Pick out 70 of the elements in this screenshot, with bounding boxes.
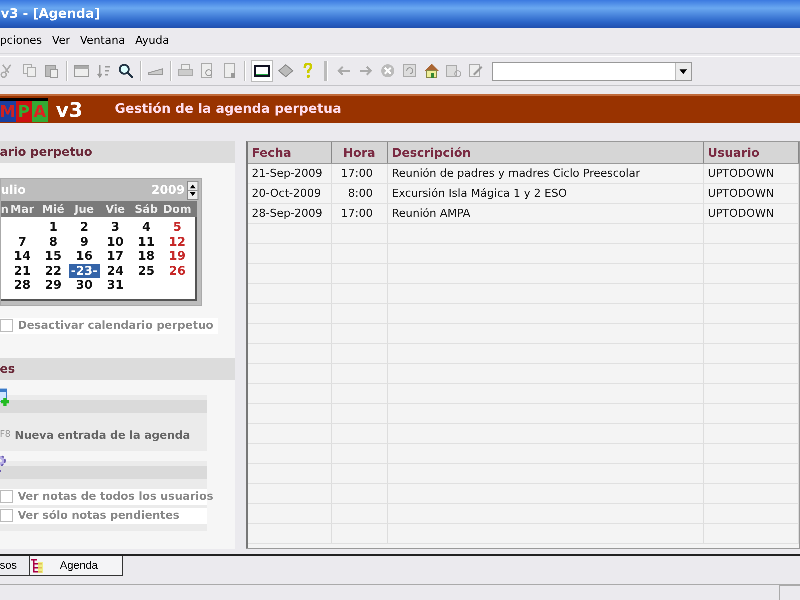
table-cell: UPTODOWN	[704, 184, 799, 203]
calendar-day[interactable]: -23-	[69, 264, 100, 278]
calendar-day[interactable]: 8	[38, 234, 69, 249]
calendar-day[interactable]: 10	[100, 234, 131, 249]
section-title: ario perpetuo	[0, 145, 92, 159]
checkbox-row[interactable]: Ver sólo notas pendientes	[0, 508, 207, 524]
table-cell: Reunión de padres y madres Ciclo Preescolar	[388, 164, 704, 183]
calendar-day[interactable]: 21	[7, 264, 38, 278]
menu-item[interactable]: Ventana	[75, 34, 130, 47]
table-cell: 21-Sep-2009	[248, 164, 332, 183]
checkbox-label: Ver notas de todos los usuarios	[18, 490, 214, 503]
menu-item[interactable]: Ayuda	[130, 34, 174, 47]
calendar-day[interactable]: 24	[100, 264, 131, 278]
table-cell: 20-Oct-2009	[248, 184, 332, 203]
table-cell: 17:00	[332, 164, 388, 183]
calendar-day[interactable]: 28	[7, 278, 38, 292]
calendar-day[interactable]: 26	[162, 264, 193, 278]
calendar-day[interactable]: 19	[162, 249, 193, 264]
calendar-day[interactable]: 22	[38, 264, 69, 278]
column-header[interactable]: Usuario	[704, 142, 799, 163]
weekday-label: Mar	[10, 202, 36, 216]
weekday-label: Dom	[162, 202, 193, 216]
month-label: ulio	[1, 183, 26, 197]
checkbox-label: Desactivar calendario perpetuo	[18, 319, 214, 332]
checkbox-label: Ver sólo notas pendientes	[18, 509, 180, 522]
calendar-day[interactable]: 31	[100, 278, 131, 292]
table-cell: 8:00	[332, 184, 388, 203]
calendar-day[interactable]: 15	[38, 249, 69, 264]
calendar-day[interactable]: 30	[69, 278, 100, 292]
table-cell: 17:00	[332, 204, 388, 223]
table-cell: 28-Sep-2009	[248, 204, 332, 223]
calendar-day[interactable]: 17	[100, 249, 131, 264]
calendar-day[interactable]: 1	[38, 220, 69, 234]
weekday-label: Vie	[104, 202, 126, 216]
calendar-day[interactable]: 7	[7, 234, 38, 249]
calendar-day[interactable]: 16	[69, 249, 100, 264]
new-entry-link[interactable]: Nueva entrada de la agenda	[14, 428, 190, 442]
weekday-label: Sáb	[134, 202, 160, 216]
menu-item[interactable]: pciones	[0, 34, 48, 47]
calendar-day[interactable]: 18	[131, 249, 162, 264]
table-cell: Excursión Isla Mágica 1 y 2 ESO	[388, 184, 704, 203]
calendar-day[interactable]: 9	[69, 234, 100, 249]
version-label: v3	[56, 98, 83, 122]
calendar-day[interactable]: 25	[131, 264, 162, 278]
weekday-label: n	[1, 202, 7, 216]
column-header[interactable]: Descripción	[388, 142, 704, 163]
section-title: es	[0, 362, 16, 376]
banner-title: Gestión de la agenda perpetua	[114, 102, 342, 117]
year-label: 2009	[152, 183, 185, 197]
calendar-day[interactable]: 4	[131, 220, 162, 234]
tab[interactable]: Agenda	[29, 556, 124, 576]
table-cell: Reunión AMPA	[388, 204, 704, 223]
column-header[interactable]: Hora	[332, 142, 388, 163]
menu-item[interactable]: Ver	[47, 34, 76, 47]
calendar-day[interactable]: 11	[131, 234, 162, 249]
calendar-day[interactable]: 29	[38, 278, 69, 292]
calendar-day[interactable]: 3	[100, 220, 131, 234]
column-header[interactable]: Fecha	[248, 142, 332, 163]
calendar-day[interactable]: 5	[162, 220, 193, 234]
calendar-day[interactable]: 2	[69, 220, 100, 234]
calendar-day[interactable]: 12	[162, 234, 193, 249]
calendar-day[interactable]: 14	[7, 249, 38, 264]
window-title: v3 - [Agenda]	[0, 6, 100, 22]
weekday-label: Jue	[73, 202, 96, 216]
weekday-label: Mié	[41, 202, 66, 216]
logo: M P A	[0, 98, 48, 122]
checkbox-row[interactable]: Desactivar calendario perpetuo	[0, 318, 218, 334]
table-cell: UPTODOWN	[704, 204, 799, 223]
shortcut-key: F8	[0, 430, 11, 440]
table-cell: UPTODOWN	[704, 164, 799, 183]
